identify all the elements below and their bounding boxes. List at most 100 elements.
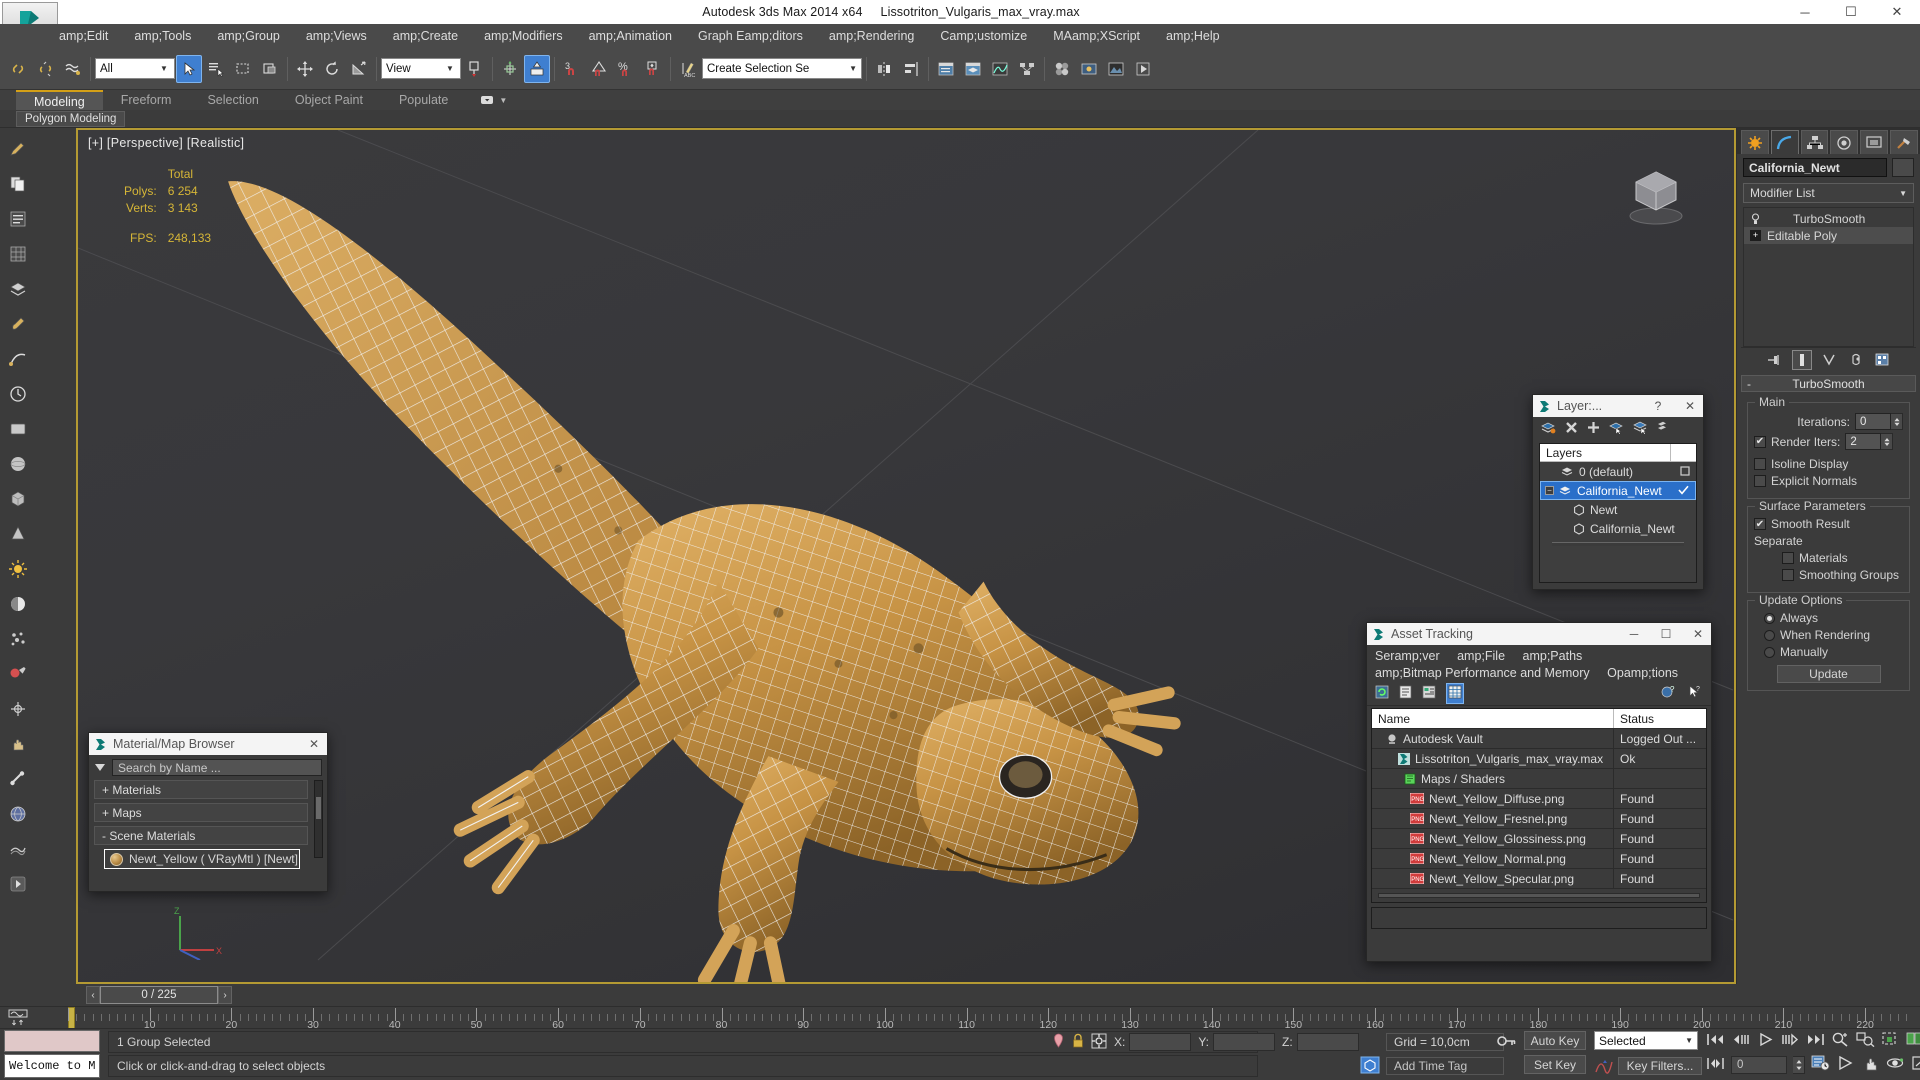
asset-horizontal-scrollbar[interactable] xyxy=(1378,893,1700,898)
maximize-viewport-icon[interactable] xyxy=(1906,1031,1920,1050)
prev-frame-button[interactable]: ‹ xyxy=(86,986,100,1004)
layer-object-row-california-newt[interactable]: California_Newt xyxy=(1540,519,1696,538)
render-iters-spinner[interactable]: 2 xyxy=(1845,433,1894,450)
cone-tool-icon[interactable] xyxy=(5,521,31,547)
display-tab[interactable] xyxy=(1860,130,1889,154)
z-value[interactable] xyxy=(1296,1033,1359,1051)
help-cursor-icon[interactable]: ? xyxy=(1687,685,1703,702)
asset-menu-server[interactable]: Seramp;ver xyxy=(1375,649,1440,663)
use-selection-center-icon[interactable] xyxy=(497,55,523,83)
layers-dialog[interactable]: Layer:... ? ✕ Layers 0 (default) − Calif… xyxy=(1532,394,1704,590)
menu-item-graph-editors[interactable]: Graph Eamp;ditors xyxy=(685,24,816,48)
table-row[interactable]: Maps / Shaders xyxy=(1372,769,1706,789)
show-end-result-icon[interactable] xyxy=(1791,349,1812,370)
asset-menu-options[interactable]: Opamp;tions xyxy=(1607,666,1678,680)
layer-object-row-newt[interactable]: Newt xyxy=(1540,500,1696,519)
sun-light-icon[interactable] xyxy=(5,556,31,582)
table-row[interactable]: PNG Newt_Yellow_Fresnel.png Found xyxy=(1372,809,1706,829)
materials-checkbox[interactable] xyxy=(1782,552,1794,564)
create-new-layer-icon[interactable] xyxy=(1541,421,1556,437)
menu-item-tools[interactable]: amp;Tools xyxy=(121,24,204,48)
list-view-icon[interactable] xyxy=(1399,685,1412,702)
snaps-toggle-icon[interactable]: 3 xyxy=(559,55,585,83)
maximize-button[interactable]: ☐ xyxy=(1828,0,1874,24)
select-by-name-icon[interactable] xyxy=(203,55,229,83)
go-to-end-icon[interactable] xyxy=(1806,1032,1825,1050)
layer-row-default[interactable]: 0 (default) xyxy=(1540,462,1696,481)
helper-tool-icon[interactable] xyxy=(5,696,31,722)
modifier-list-combo[interactable]: Modifier List ▼ xyxy=(1743,183,1914,203)
set-key-curve-icon[interactable] xyxy=(1594,1057,1614,1078)
remove-modifier-icon[interactable] xyxy=(1846,350,1866,370)
asset-tracking-dialog[interactable]: Asset Tracking ─ ☐ ✕ Seramp;ver amp;File… xyxy=(1366,622,1712,962)
grid-tool-icon[interactable] xyxy=(5,241,31,267)
modifier-stack-item-editable-poly[interactable]: + Editable Poly xyxy=(1744,227,1913,244)
select-layer-objects-icon[interactable] xyxy=(1609,421,1624,437)
when-rendering-radio[interactable] xyxy=(1764,629,1775,641)
material-vertical-scrollbar[interactable] xyxy=(314,780,323,858)
pin-stack-icon[interactable] xyxy=(1765,350,1785,370)
asset-close-button[interactable]: ✕ xyxy=(1685,623,1711,645)
table-row[interactable]: PNG Newt_Yellow_Diffuse.png Found xyxy=(1372,789,1706,809)
time-slider[interactable]: ‹ 0 / 225 › xyxy=(86,986,232,1004)
absolute-relative-mode-icon[interactable] xyxy=(1091,1033,1107,1052)
pan-hand-icon[interactable] xyxy=(1861,1055,1880,1074)
rollout-collapse-icon[interactable]: - xyxy=(1747,377,1751,391)
hand-tool-icon[interactable] xyxy=(5,731,31,757)
menu-item-customize[interactable]: Camp;ustomize xyxy=(927,24,1040,48)
select-and-move-icon[interactable] xyxy=(292,55,318,83)
pan-view-play-icon[interactable] xyxy=(1836,1055,1855,1074)
select-and-rotate-icon[interactable] xyxy=(319,55,345,83)
make-unique-icon[interactable] xyxy=(1819,350,1839,370)
layers-help-button[interactable]: ? xyxy=(1645,395,1671,417)
table-row[interactable]: PNG Newt_Yellow_Specular.png Found xyxy=(1372,869,1706,889)
orbit-icon[interactable] xyxy=(1886,1055,1905,1074)
window-crossing-icon[interactable] xyxy=(257,55,283,83)
frame-spinner[interactable] xyxy=(1793,1055,1805,1074)
schematic-view-icon[interactable] xyxy=(1014,55,1040,83)
maximize-viewport-toggle-icon[interactable] xyxy=(1911,1055,1920,1074)
asset-maximize-button[interactable]: ☐ xyxy=(1653,623,1679,645)
help-asset-icon[interactable]: ? xyxy=(1661,685,1677,702)
material-group-maps[interactable]: + Maps xyxy=(94,803,308,822)
layer-row-california-newt[interactable]: − California_Newt xyxy=(1540,481,1696,500)
layer-hide-box-icon[interactable] xyxy=(1680,465,1690,479)
time-slider-handle[interactable] xyxy=(68,1007,75,1028)
isoline-display-checkbox[interactable] xyxy=(1754,458,1766,470)
time-configuration-icon[interactable] xyxy=(1811,1055,1830,1074)
spinner-arrows[interactable] xyxy=(1891,413,1903,430)
delete-layer-icon[interactable] xyxy=(1565,421,1578,437)
particles-icon[interactable] xyxy=(5,626,31,652)
add-to-layer-icon[interactable] xyxy=(1587,421,1600,437)
explicit-normals-checkbox[interactable] xyxy=(1754,475,1766,487)
asset-menu-paths[interactable]: amp;Paths xyxy=(1523,649,1583,663)
refresh-icon[interactable] xyxy=(1375,685,1389,702)
modify-tab[interactable] xyxy=(1770,130,1799,154)
motion-tab[interactable] xyxy=(1830,130,1859,154)
asset-menu-file[interactable]: amp;File xyxy=(1457,649,1505,663)
layer-properties-icon[interactable] xyxy=(1657,421,1667,437)
close-button[interactable]: ✕ xyxy=(1874,0,1920,24)
configure-sets-icon[interactable] xyxy=(1873,350,1893,370)
list-tool-icon[interactable] xyxy=(5,206,31,232)
view-cube[interactable] xyxy=(1620,158,1692,230)
select-link-icon[interactable] xyxy=(6,55,32,83)
toggle-layer-explorer-icon[interactable] xyxy=(960,55,986,83)
material-editor-icon[interactable] xyxy=(1049,55,1075,83)
sphere-shade-icon[interactable] xyxy=(5,591,31,617)
isolate-selection-icon[interactable] xyxy=(1052,1033,1065,1052)
next-frame-button[interactable]: › xyxy=(218,986,232,1004)
create-tab[interactable] xyxy=(1741,130,1769,154)
smoothing-groups-checkbox[interactable] xyxy=(1782,569,1794,581)
material-group-materials[interactable]: + Materials xyxy=(94,780,308,799)
ribbon-tab-modeling[interactable]: Modeling xyxy=(16,90,103,110)
table-row[interactable]: PNG Newt_Yellow_Glossiness.png Found xyxy=(1372,829,1706,849)
play-animation-icon[interactable] xyxy=(1756,1032,1775,1050)
asset-minimize-button[interactable]: ─ xyxy=(1621,623,1647,645)
zoom-region-icon[interactable] xyxy=(1831,1031,1850,1050)
curve-tool-icon[interactable] xyxy=(5,346,31,372)
menu-item-rendering[interactable]: amp;Rendering xyxy=(816,24,927,48)
viewport-label[interactable]: [+] [Perspective] [Realistic] xyxy=(88,136,244,150)
ribbon-options-button[interactable]: ▼ xyxy=(480,90,507,110)
layers-horizontal-scrollbar[interactable] xyxy=(1552,542,1684,546)
